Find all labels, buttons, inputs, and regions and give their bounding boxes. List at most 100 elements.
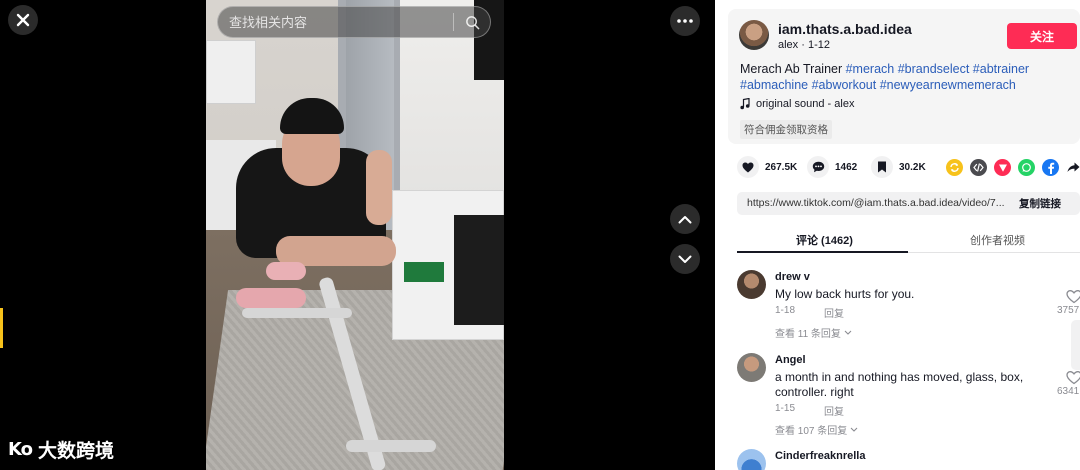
hashtag-link[interactable]: #abworkout [812,78,877,92]
author-avatar[interactable] [739,20,769,50]
chevron-down-icon [844,330,852,335]
comment-item: Angel a month in and nothing has moved, … [737,353,1080,437]
comment-author[interactable]: Angel [775,354,806,366]
tab-comments[interactable]: 评论 (1462) [796,232,853,248]
search-input[interactable] [218,7,453,37]
search-button[interactable] [454,7,490,37]
more-share-button[interactable] [1065,159,1080,176]
ab-trainer-base [242,308,352,318]
side-indicator-tab[interactable] [0,308,3,348]
follow-button[interactable]: 关注 [1007,23,1077,49]
facebook-button[interactable] [1042,159,1059,176]
panel-tabs: 评论 (1462) 创作者视频 [737,225,1080,253]
chevron-down-icon [678,255,692,263]
copy-link-button[interactable]: 复制链接 [1019,196,1061,211]
author-username[interactable]: iam.thats.a.bad.idea [778,21,912,37]
comment-like-count: 6341 [1057,386,1080,397]
author-nickname-date: alex · 1-12 [778,39,830,51]
more-options-button[interactable] [670,6,700,36]
video-frame[interactable] [206,0,504,470]
view-replies-label: 查看 11 条回复 [775,329,841,340]
share-arrow-icon [1067,162,1080,172]
search-box [217,6,491,38]
view-replies-button[interactable]: 查看 107 条回复 [775,422,858,437]
video-player: Ko 大数跨境 [0,0,715,470]
scene-cabinet [206,40,256,104]
comment-like-icon[interactable] [1064,369,1080,385]
close-icon [16,13,30,27]
watermark-logo: Ko [8,439,33,460]
comment-bubble-icon [812,161,824,173]
comment-date: 1-18 [775,305,796,316]
embed-button[interactable] [970,159,987,176]
view-replies-button[interactable]: 查看 11 条回复 [775,325,852,340]
comment-like-icon[interactable] [1064,288,1080,304]
comment-reply-button[interactable]: 回复 [824,305,844,320]
comment-date: 1-15 [775,403,796,414]
comment-reply-button[interactable]: 回复 [824,403,844,418]
comment-item: Cinderfreaknrella [737,449,1080,470]
comment-count: 1462 [835,161,858,173]
like-circle [737,156,759,178]
hashtag-link[interactable]: #abmachine [740,78,808,92]
previous-video-button[interactable] [670,204,700,234]
view-replies-label: 查看 107 条回复 [775,426,848,437]
favorite-button[interactable]: 30.2K [871,156,926,178]
favorite-circle [871,156,893,178]
close-button[interactable] [8,5,38,35]
comment-author[interactable]: Cinderfreaknrella [775,450,865,462]
repost-button[interactable] [946,159,963,176]
comment-like-count: 3757 [1057,305,1080,316]
send-button[interactable] [994,159,1011,176]
like-count: 267.5K [765,161,798,173]
bookmark-icon [878,161,886,173]
action-bar: 267.5K 1462 30.2K [737,156,1080,180]
video-caption: Merach Ab Trainer #merach #brandselect #… [740,61,1040,93]
chevron-up-icon [678,215,692,223]
person-raised-arm [366,150,392,225]
heart-icon [742,162,754,172]
scene-tv-stand-door [454,215,504,325]
hashtag-link[interactable]: #abtrainer [973,62,1029,76]
watermark-text: 大数跨境 [38,441,115,462]
hashtag-link[interactable]: #newyearnewmemerach [880,78,1016,92]
comment-avatar[interactable] [737,353,766,382]
comment-text: My low back hurts for you. [775,287,915,301]
hashtag-link[interactable]: #brandselect [898,62,970,76]
commission-badge: 符合佣金领取资格 [740,120,832,139]
comment-avatar[interactable] [737,270,766,299]
tab-creator-videos[interactable]: 创作者视频 [970,232,1025,248]
ab-trainer-arm-pad [266,262,306,280]
watermark: Ko 大数跨境 [8,436,114,463]
like-button[interactable]: 267.5K [737,156,797,178]
next-video-button[interactable] [670,244,700,274]
video-info-card: iam.thats.a.bad.idea alex · 1-12 关注 Mera… [728,9,1080,144]
whatsapp-button[interactable] [1018,159,1035,176]
music-title: original sound - alex [756,98,855,110]
comment-circle [807,156,829,178]
comment-button[interactable]: 1462 [807,156,857,178]
panel-scroll-handle[interactable] [1071,320,1080,370]
active-tab-underline [737,251,908,253]
video-link-bar: https://www.tiktok.com/@iam.thats.a.bad.… [737,192,1080,215]
favorite-count: 30.2K [899,161,926,173]
comment-author[interactable]: drew v [775,271,810,283]
facebook-icon [1047,162,1054,174]
comment-text: a month in and nothing has moved, glass,… [775,370,1024,399]
ab-trainer-knee-pad [236,288,306,308]
hashtag-link[interactable]: #merach [846,62,895,76]
video-url[interactable]: https://www.tiktok.com/@iam.thats.a.bad.… [747,197,1005,209]
caption-text: Merach Ab Trainer [740,62,846,76]
send-icon [998,164,1007,172]
ellipsis-icon [677,19,693,23]
comment-item: drew v My low back hurts for you. 1-18 回… [737,270,1080,342]
ab-trainer-foot [346,440,436,452]
details-panel: iam.thats.a.bad.idea alex · 1-12 关注 Mera… [715,0,1080,470]
comment-avatar[interactable] [737,449,766,470]
scene-green-box [404,262,444,282]
whatsapp-icon [1022,163,1031,172]
embed-icon [973,163,984,172]
music-note-icon [740,98,750,110]
music-link[interactable]: original sound - alex [740,98,854,110]
repost-icon [950,163,959,172]
